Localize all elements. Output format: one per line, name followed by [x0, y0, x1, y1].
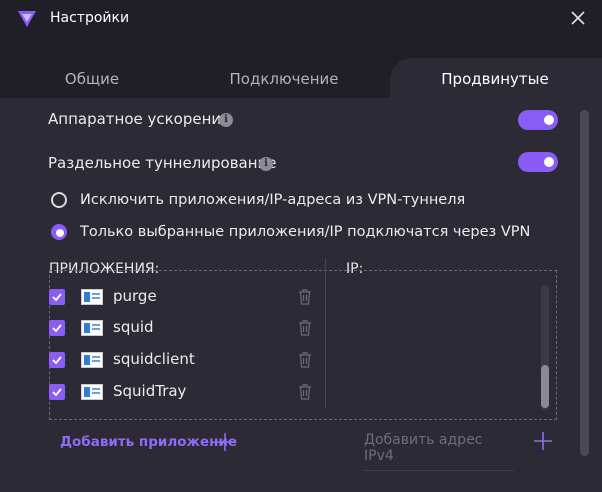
app-name: purge — [113, 287, 157, 305]
add-ip-plus-icon[interactable] — [533, 431, 553, 451]
close-icon[interactable] — [566, 6, 590, 30]
app-name: squidclient — [113, 350, 195, 368]
add-app-button[interactable]: Добавить приложение — [60, 434, 237, 450]
add-app-plus-icon[interactable] — [215, 432, 235, 452]
radio-exclude-label[interactable]: Исключить приложения/IP-адреса из VPN-ту… — [80, 192, 465, 208]
title-bar: Настройки — [0, 0, 602, 38]
split-tunnel-toggle[interactable] — [518, 152, 558, 172]
app-checkbox-squidtray[interactable] — [49, 384, 65, 400]
ipv4-input[interactable]: Добавить адрес IPv4 — [364, 432, 514, 471]
tab-advanced[interactable]: Продвинутые — [425, 70, 565, 88]
ip-list-scrollbar-thumb[interactable] — [541, 365, 549, 408]
hw-accel-toggle[interactable] — [518, 110, 558, 130]
app-checkbox-purge[interactable] — [49, 289, 65, 305]
hw-accel-label: Аппаратное ускорение — [48, 110, 231, 128]
column-divider — [325, 258, 326, 408]
app-checkbox-squid[interactable] — [49, 320, 65, 336]
tab-connection[interactable]: Подключение — [214, 70, 354, 88]
window-title: Настройки — [50, 10, 130, 26]
main-scrollbar[interactable] — [580, 110, 589, 456]
trash-icon[interactable] — [298, 352, 312, 368]
radio-include[interactable] — [51, 224, 67, 240]
app-logo-icon — [18, 11, 36, 27]
radio-include-label[interactable]: Только выбранные приложения/IP подключат… — [80, 224, 530, 240]
app-window-icon — [81, 320, 103, 336]
tab-general[interactable]: Общие — [42, 70, 142, 88]
app-name: squid — [113, 318, 154, 336]
app-window-icon — [81, 289, 103, 305]
hw-accel-info-icon[interactable]: i — [219, 113, 233, 127]
app-checkbox-squidclient[interactable] — [49, 352, 65, 368]
radio-exclude[interactable] — [51, 192, 67, 208]
app-window-icon — [81, 352, 103, 368]
split-tunnel-info-icon[interactable]: i — [259, 157, 273, 171]
split-tunnel-label: Раздельное туннелирование — [48, 154, 277, 172]
settings-window: Настройки Общие Подключение Продвинутые … — [0, 0, 602, 492]
app-name: SquidTray — [113, 382, 187, 400]
trash-icon[interactable] — [298, 320, 312, 336]
trash-icon[interactable] — [298, 384, 312, 400]
trash-icon[interactable] — [298, 289, 312, 305]
app-window-icon — [81, 384, 103, 400]
